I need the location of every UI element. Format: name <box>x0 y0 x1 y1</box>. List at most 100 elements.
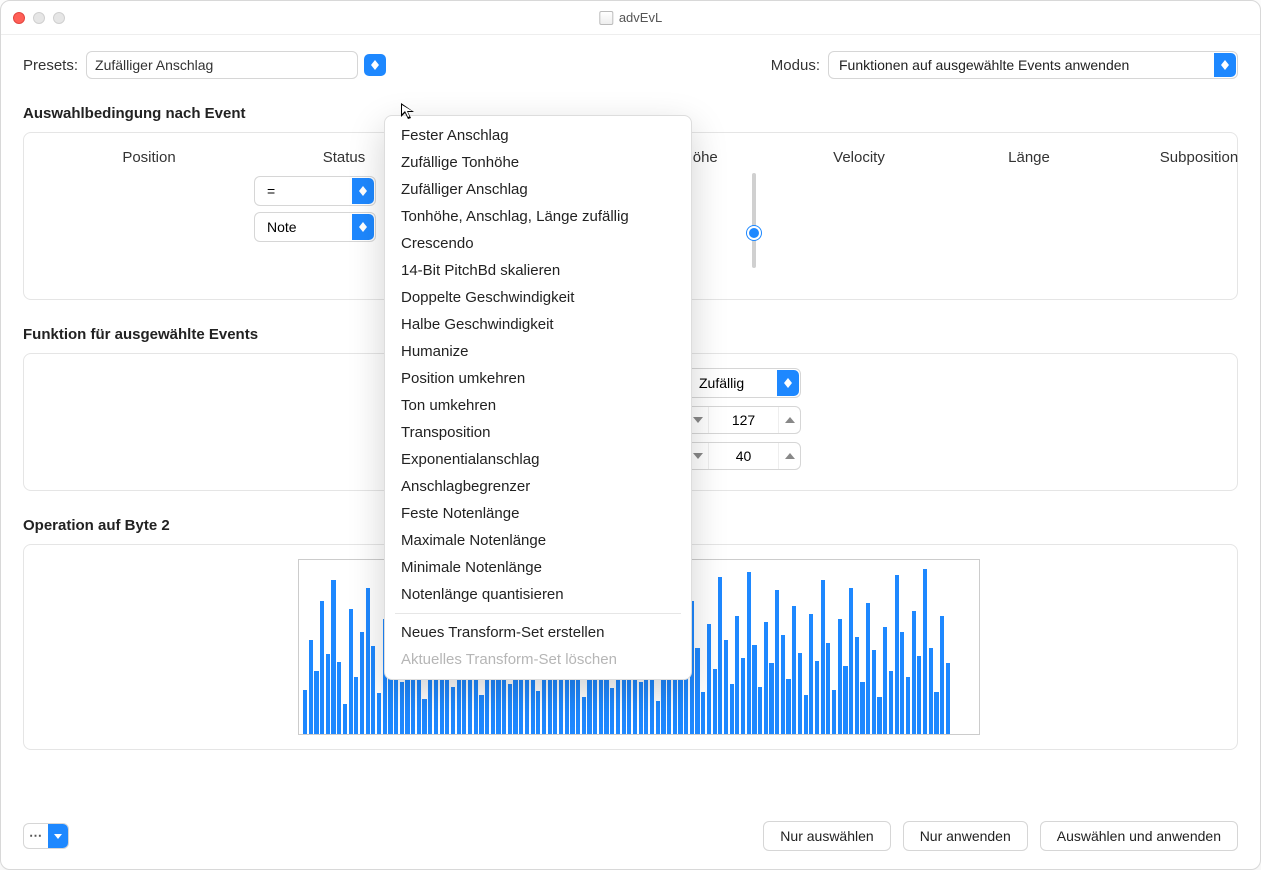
graph-bar <box>349 609 353 734</box>
graph-bar <box>434 674 438 734</box>
mode-label: Modus: <box>771 57 820 74</box>
graph-bar <box>451 687 455 734</box>
menu-item[interactable]: Halbe Geschwindigkeit <box>385 311 691 338</box>
apply-only-button[interactable]: Nur anwenden <box>903 821 1028 851</box>
menu-item[interactable]: Zufälliger Anschlag <box>385 176 691 203</box>
window-title-text: advEvL <box>619 10 662 25</box>
graph-bar <box>900 632 904 734</box>
app-window: advEvL Presets: Zufälliger Anschlag Modu… <box>0 0 1261 870</box>
graph-bar <box>929 648 933 734</box>
menu-item[interactable]: Anschlagbegrenzer <box>385 473 691 500</box>
window-title: advEvL <box>599 10 662 25</box>
graph-bar <box>684 677 688 735</box>
slider-handle[interactable] <box>747 226 761 240</box>
graph-bar <box>804 695 808 734</box>
value1-stepper[interactable]: 127 <box>686 406 801 434</box>
velocity-mode-select[interactable]: Zufällig <box>686 368 801 398</box>
chevron-up-icon[interactable] <box>778 443 800 469</box>
chevron-updown-icon <box>359 222 367 232</box>
menu-item[interactable]: Humanize <box>385 338 691 365</box>
graph-bar <box>821 580 825 734</box>
graph-bar <box>724 640 728 734</box>
graph-bar <box>758 687 762 734</box>
traffic-lights <box>13 12 65 24</box>
mode-popup[interactable]: Funktionen auf ausgewählte Events anwend… <box>828 51 1238 79</box>
graph-bar <box>639 682 643 734</box>
menu-item[interactable]: Tonhöhe, Anschlag, Länge zufällig <box>385 203 691 230</box>
menu-item[interactable]: Notenlänge quantisieren <box>385 581 691 608</box>
graph-bar <box>730 684 734 734</box>
status-op-value: = <box>267 183 275 199</box>
more-options-button[interactable]: ⋯ <box>23 823 69 849</box>
graph-bar <box>781 635 785 734</box>
menu-item-new-set[interactable]: Neues Transform-Set erstellen <box>385 619 691 646</box>
document-icon <box>599 11 613 25</box>
graph-bar <box>422 699 426 734</box>
graph-bar <box>326 654 330 734</box>
maximize-icon[interactable] <box>53 12 65 24</box>
close-icon[interactable] <box>13 12 25 24</box>
graph-bar <box>371 646 375 734</box>
graph-bar <box>400 682 404 734</box>
menu-item[interactable]: Ton umkehren <box>385 392 691 419</box>
select-and-apply-button[interactable]: Auswählen und anwenden <box>1040 821 1238 851</box>
graph-bar <box>360 632 364 734</box>
select-only-button[interactable]: Nur auswählen <box>763 821 890 851</box>
graph-bar <box>946 663 950 734</box>
velocity-slider[interactable] <box>744 173 764 268</box>
graph-bar <box>354 677 358 735</box>
graph-bar <box>792 606 796 734</box>
titlebar: advEvL <box>1 1 1260 35</box>
graph-bar <box>610 688 614 734</box>
graph-bar <box>895 575 899 734</box>
menu-item[interactable]: Zufällige Tonhöhe <box>385 149 691 176</box>
graph-bar <box>741 658 745 734</box>
menu-item[interactable]: Transposition <box>385 419 691 446</box>
menu-item[interactable]: Position umkehren <box>385 365 691 392</box>
menu-item[interactable]: Doppelte Geschwindigkeit <box>385 284 691 311</box>
graph-bar <box>713 669 717 734</box>
preset-value: Zufälliger Anschlag <box>95 57 213 73</box>
menu-item[interactable]: Maximale Notenlänge <box>385 527 691 554</box>
chevron-up-icon[interactable] <box>778 407 800 433</box>
preset-dropdown-menu: Fester AnschlagZufällige TonhöheZufällig… <box>384 115 692 680</box>
menu-item[interactable]: 14-Bit PitchBd skalieren <box>385 257 691 284</box>
status-val: Note <box>267 219 297 235</box>
minimize-icon[interactable] <box>33 12 45 24</box>
status-op-select[interactable]: = <box>254 176 376 206</box>
preset-field[interactable]: Zufälliger Anschlag <box>86 51 358 79</box>
col-subpos: Subposition <box>1114 149 1261 166</box>
preset-menu-button[interactable] <box>364 54 386 76</box>
graph-bar <box>849 588 853 734</box>
col-velocity: Velocity <box>774 149 944 166</box>
value2-stepper[interactable]: 40 <box>686 442 801 470</box>
graph-bar <box>656 701 660 734</box>
value2: 40 <box>736 448 752 464</box>
graph-bar <box>309 640 313 734</box>
menu-item[interactable]: Exponentialanschlag <box>385 446 691 473</box>
graph-bar <box>775 590 779 734</box>
status-val-select[interactable]: Note <box>254 212 376 242</box>
menu-item[interactable]: Minimale Notenlänge <box>385 554 691 581</box>
graph-bar <box>872 650 876 734</box>
presets-label: Presets: <box>23 57 78 74</box>
graph-bar <box>508 684 512 734</box>
col-length: Länge <box>944 149 1114 166</box>
menu-item[interactable]: Feste Notenlänge <box>385 500 691 527</box>
graph-bar <box>786 679 790 734</box>
graph-bar <box>565 679 569 734</box>
graph-bar <box>622 671 626 734</box>
graph-bar <box>764 622 768 734</box>
menu-item[interactable]: Fester Anschlag <box>385 122 691 149</box>
menu-item[interactable]: Crescendo <box>385 230 691 257</box>
graph-bar <box>815 661 819 734</box>
bottom-bar: ⋯ Nur auswählen Nur anwenden Auswählen u… <box>23 821 1238 851</box>
graph-bar <box>747 572 751 734</box>
graph-bar <box>337 662 341 734</box>
chevron-updown-icon <box>371 60 379 70</box>
graph-bar <box>877 697 881 734</box>
graph-bar <box>917 656 921 734</box>
graph-bar <box>718 577 722 734</box>
chevron-updown-icon <box>359 186 367 196</box>
graph-bar <box>701 692 705 734</box>
